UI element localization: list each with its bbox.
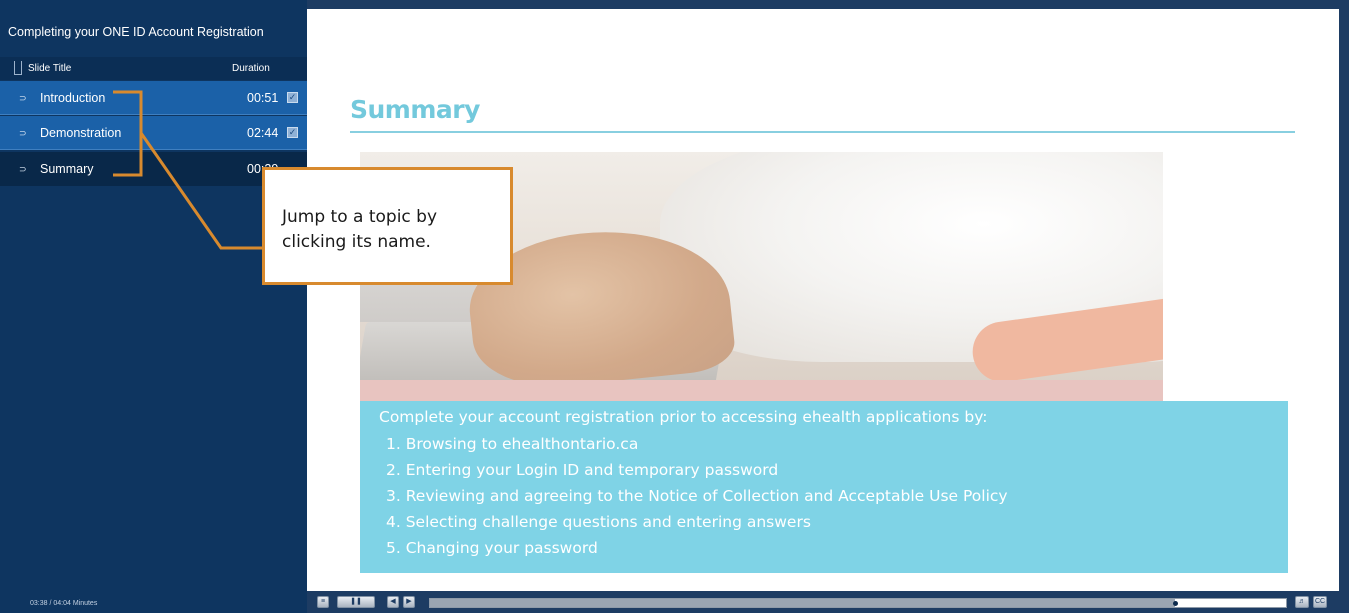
summary-steps: 1. Browsing to ehealthontario.ca 2. Ente… (386, 431, 1008, 561)
sidebar-item-label: Demonstration (40, 126, 122, 140)
summary-step: 1. Browsing to ehealthontario.ca (386, 435, 639, 453)
chevron-down-icon: ⊃ (19, 128, 27, 138)
sidebar: Completing your ONE ID Account Registrat… (0, 0, 307, 613)
seek-progress (430, 599, 1175, 607)
time-readout: 03:38 / 04:04 Minutes (30, 600, 98, 607)
summary-box: Complete your account registration prior… (360, 401, 1288, 573)
slide-stage: Summary Complete your account registrati… (307, 9, 1339, 591)
closed-captions-button[interactable]: CC (1313, 596, 1327, 608)
course-title: Completing your ONE ID Account Registrat… (8, 25, 264, 39)
tooltip-callout: Jump to a topic by clicking its name. (262, 167, 513, 285)
callout-text: Jump to a topic by clicking its name. (282, 205, 437, 255)
sidebar-item-label: Introduction (40, 91, 106, 105)
previous-icon: ◀ (390, 598, 396, 605)
duration-column-header: Duration (232, 63, 270, 74)
chevron-right-icon: ⊃ (19, 164, 27, 174)
slide-title: Summary (350, 95, 480, 124)
callout-line-2: clicking its name. (282, 232, 431, 252)
sidebar-item-label: Summary (40, 162, 94, 176)
slide-list-header: Slide Title Duration (0, 57, 307, 80)
chevron-right-icon: ⊃ (19, 93, 27, 103)
title-divider (350, 131, 1295, 133)
sidebar-item-duration: 00:51 (247, 91, 279, 105)
next-icon: ▶ (406, 598, 412, 605)
seek-bar[interactable] (429, 598, 1287, 608)
summary-intro: Complete your account registration prior… (379, 408, 988, 426)
sidebar-item-summary[interactable]: ⊃ Summary 00:29 (0, 152, 307, 186)
bookmark-icon (14, 61, 22, 75)
next-button[interactable]: ▶ (403, 596, 415, 608)
photo-table (360, 380, 1163, 402)
menu-button[interactable]: ≡ (317, 596, 329, 608)
sidebar-item-introduction[interactable]: ⊃ Introduction 00:51 ✓ (0, 81, 307, 115)
sidebar-item-demonstration[interactable]: ⊃ Demonstration 02:44 ✓ (0, 116, 307, 150)
summary-step: 2. Entering your Login ID and temporary … (386, 461, 779, 479)
play-pause-button[interactable]: ❚❚ (337, 596, 375, 608)
check-icon: ✓ (287, 92, 298, 103)
callout-line-1: Jump to a topic by (282, 207, 438, 227)
slide-title-column-header: Slide Title (28, 63, 72, 74)
summary-step: 4. Selecting challenge questions and ent… (386, 513, 811, 531)
cc-label: CC (1314, 598, 1326, 605)
previous-button[interactable]: ◀ (387, 596, 399, 608)
check-icon: ✓ (287, 127, 298, 138)
summary-step: 3. Reviewing and agreeing to the Notice … (386, 487, 1008, 505)
player-controls: ≡ ❚❚ ◀ ▶ ♬ CC (307, 591, 1349, 613)
sidebar-item-duration: 02:44 (247, 126, 279, 140)
seek-handle[interactable] (1172, 601, 1178, 606)
summary-step: 5. Changing your password (386, 539, 598, 557)
volume-button[interactable]: ♬ (1295, 596, 1309, 608)
volume-icon: ♬ (1298, 598, 1306, 605)
menu-icon: ≡ (320, 598, 326, 605)
pause-icon: ❚❚ (350, 598, 362, 605)
